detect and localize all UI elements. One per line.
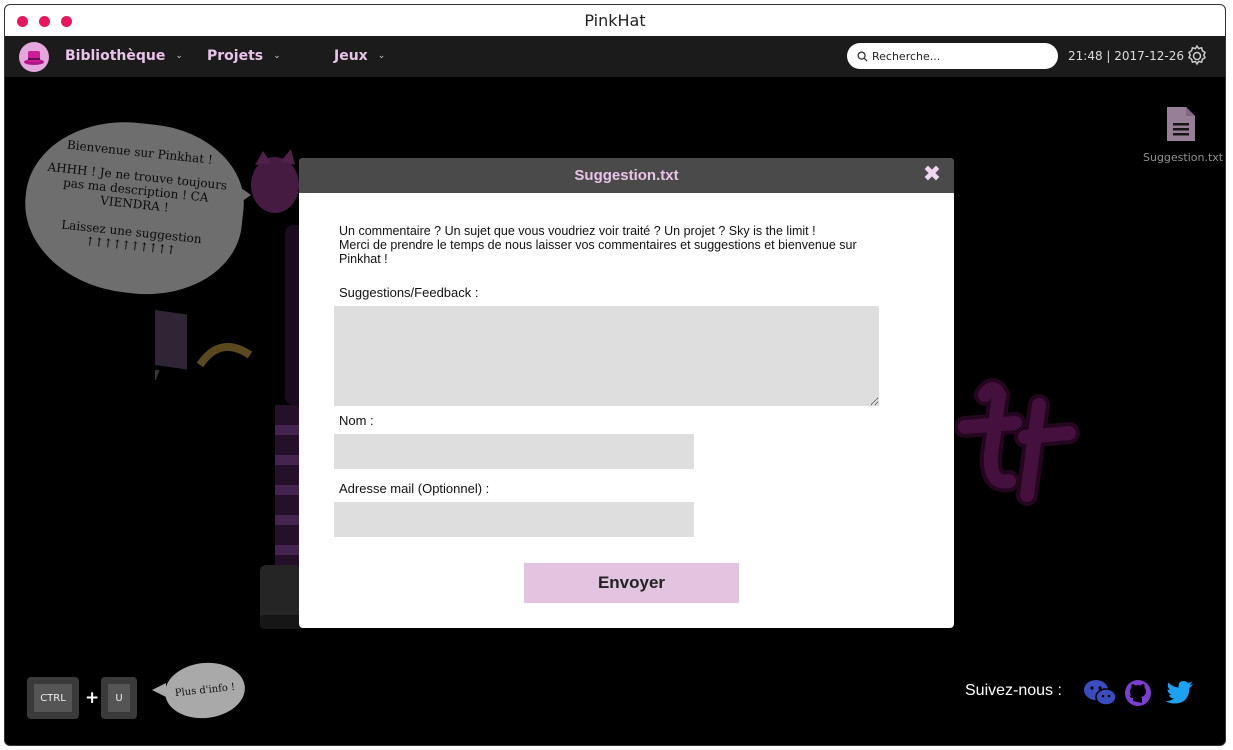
wechat-icon[interactable] xyxy=(1083,679,1117,707)
suggestion-dialog: Suggestion.txt ✖ Un commentaire ? Un suj… xyxy=(299,158,954,628)
datetime-display: 21:48 | 2017-12-26 xyxy=(1068,49,1184,63)
dialog-header: Suggestion.txt ✖ xyxy=(299,158,954,193)
follow-label: Suivez-nous : xyxy=(965,682,1062,699)
name-field[interactable] xyxy=(334,434,694,469)
nav-jeux-label: Jeux xyxy=(334,48,368,64)
feedback-label: Suggestions/Feedback : xyxy=(339,285,479,300)
plus-sign: + xyxy=(85,688,100,708)
u-key: U xyxy=(101,677,137,719)
dialog-intro: Un commentaire ? Un sujet que vous voudr… xyxy=(339,224,899,266)
close-icon[interactable]: ✖ xyxy=(922,164,942,186)
name-label: Nom : xyxy=(339,413,374,428)
github-icon[interactable] xyxy=(1124,679,1152,707)
app-window: PinkHat Bibliothèque ⌄ Projets ⌄ Jeux ⌄ xyxy=(4,4,1226,746)
gear-icon[interactable] xyxy=(1185,44,1209,72)
nav-projets-label: Projets xyxy=(207,48,264,64)
nav-bibliotheque-label: Bibliothèque xyxy=(65,48,166,64)
dialog-title: Suggestion.txt xyxy=(574,167,679,184)
search-icon xyxy=(857,50,868,62)
ctrl-key: CTRL xyxy=(27,677,79,719)
email-field[interactable] xyxy=(334,502,694,537)
u-key-label: U xyxy=(108,684,130,712)
ctrl-key-label: CTRL xyxy=(34,684,72,712)
nav-jeux[interactable]: Jeux ⌄ xyxy=(334,48,385,64)
search-input[interactable] xyxy=(872,49,1042,63)
title-bar: PinkHat xyxy=(5,5,1225,36)
window-title: PinkHat xyxy=(584,11,646,30)
hat-logo-icon[interactable] xyxy=(19,42,49,72)
chevron-down-icon: ⌄ xyxy=(377,51,386,61)
top-navbar: Bibliothèque ⌄ Projets ⌄ Jeux ⌄ 21:48 | … xyxy=(5,36,1225,77)
feedback-textarea[interactable] xyxy=(334,306,879,406)
info-bubble-text: Plus d'info ! xyxy=(174,681,236,700)
email-label: Adresse mail (Optionnel) : xyxy=(339,481,490,496)
search-box xyxy=(847,43,1058,69)
chevron-down-icon: ⌄ xyxy=(273,51,281,61)
maximize-window-button[interactable] xyxy=(61,16,72,27)
intro-line-1: Un commentaire ? Un sujet que vous voudr… xyxy=(339,224,816,238)
chevron-down-icon: ⌄ xyxy=(175,51,183,61)
minimize-window-button[interactable] xyxy=(39,16,50,27)
window-controls xyxy=(17,16,72,27)
nav-bibliotheque[interactable]: Bibliothèque ⌄ xyxy=(65,48,183,64)
intro-line-2: Merci de prendre le temps de nous laisse… xyxy=(339,238,857,266)
twitter-icon[interactable] xyxy=(1165,679,1195,707)
close-window-button[interactable] xyxy=(17,16,28,27)
nav-projets[interactable]: Projets ⌄ xyxy=(207,48,281,64)
info-bubble-tail xyxy=(152,683,166,697)
send-button[interactable]: Envoyer xyxy=(524,563,739,603)
